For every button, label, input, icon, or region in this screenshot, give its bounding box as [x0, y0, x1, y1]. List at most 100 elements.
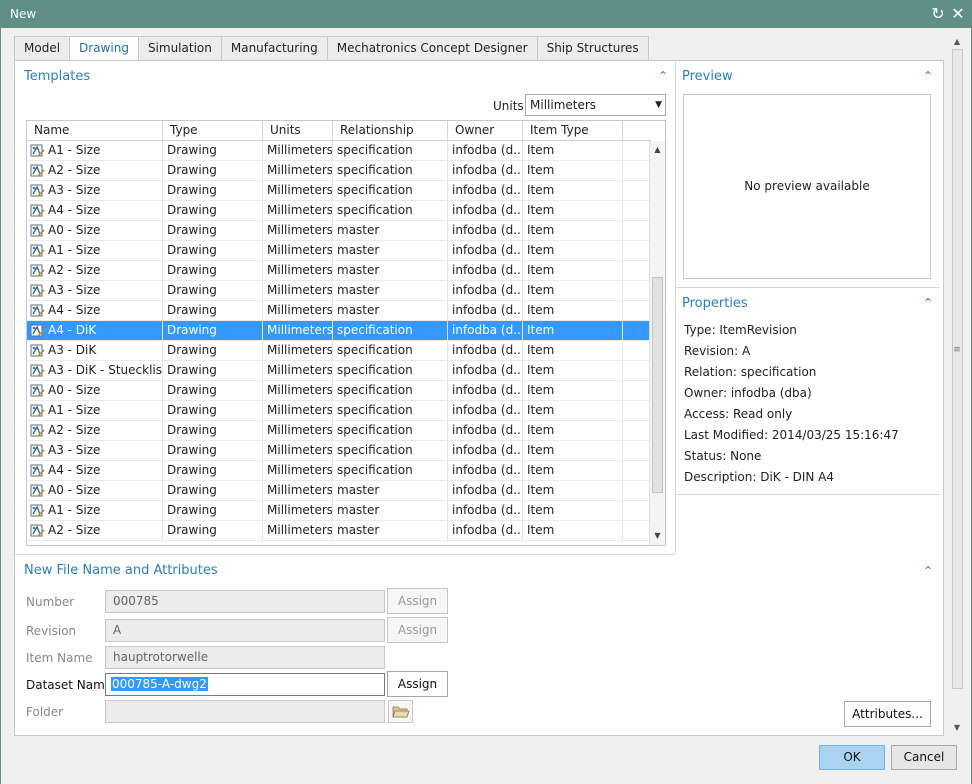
- tab-ship-structures[interactable]: Ship Structures: [536, 36, 649, 61]
- table-row[interactable]: A4 - Size Drawing Millimeters master infodba…: [27, 301, 649, 321]
- table-row[interactable]: A0 - Size Drawing Millimeters specification…: [27, 381, 649, 401]
- restore-icon[interactable]: ↻: [929, 4, 947, 24]
- column-header-owner[interactable]: Owner: [448, 121, 523, 141]
- template-name-text: A3 - DiK: [48, 343, 97, 357]
- table-row[interactable]: A1 - Size Drawing Millimeters master infodba…: [27, 501, 649, 521]
- drawing-template-icon: [30, 424, 45, 437]
- close-icon[interactable]: ✕: [949, 4, 967, 24]
- template-name-text: A1 - Size: [48, 503, 101, 517]
- table-row[interactable]: A3 - Size Drawing Millimeters specification…: [27, 441, 649, 461]
- table-row[interactable]: A1 - Size Drawing Millimeters specification…: [27, 141, 649, 161]
- table-body: A1 - Size Drawing Millimeters specification…: [27, 141, 649, 541]
- attributes-button[interactable]: Attributes...: [844, 701, 931, 727]
- column-header-type[interactable]: Type: [163, 121, 263, 141]
- assign-dataset-name-button[interactable]: Assign: [387, 671, 448, 697]
- template-relationship-cell: specification: [333, 381, 448, 400]
- template-owner-cell: infodba (d...: [448, 381, 523, 400]
- dataset-name-value: 000785-A-dwg2: [111, 677, 208, 691]
- table-row[interactable]: A2 - Size Drawing Millimeters specification…: [27, 161, 649, 181]
- column-header-name[interactable]: Name: [27, 121, 163, 141]
- tab-bar: Model Drawing Simulation Manufacturing M…: [14, 36, 649, 62]
- template-name-text: A3 - Size: [48, 283, 101, 297]
- template-type-cell: Drawing: [163, 381, 263, 400]
- property-access: Access: Read only: [684, 407, 793, 421]
- template-type-cell: Drawing: [163, 501, 263, 520]
- tab-simulation[interactable]: Simulation: [137, 36, 221, 61]
- tab-model[interactable]: Model: [14, 36, 70, 61]
- column-header-item-type[interactable]: Item Type: [523, 121, 623, 141]
- tab-manufacturing[interactable]: Manufacturing: [220, 36, 327, 61]
- table-row[interactable]: A3 - Size Drawing Millimeters master infodba…: [27, 281, 649, 301]
- template-item-type-cell: Item: [523, 461, 623, 480]
- template-type-cell: Drawing: [163, 401, 263, 420]
- template-type-cell: Drawing: [163, 201, 263, 220]
- window-title: New: [10, 7, 37, 21]
- drawing-template-icon: [30, 164, 45, 177]
- template-type-cell: Drawing: [163, 521, 263, 540]
- table-row[interactable]: A3 - Size Drawing Millimeters specification…: [27, 181, 649, 201]
- tab-drawing[interactable]: Drawing: [69, 36, 138, 62]
- table-row[interactable]: A1 - Size Drawing Millimeters master infodba…: [27, 241, 649, 261]
- scroll-up-icon[interactable]: ▲: [650, 143, 665, 157]
- template-units-cell: Millimeters: [263, 341, 333, 360]
- table-row[interactable]: A4 - Size Drawing Millimeters specification…: [27, 461, 649, 481]
- units-select[interactable]: Millimeters ▼: [525, 94, 666, 116]
- new-file-collapse-chevron-up-icon[interactable]: ⌃: [922, 565, 934, 577]
- template-owner-cell: infodba (d...: [448, 361, 523, 380]
- revision-field: A: [105, 619, 385, 642]
- table-row[interactable]: A0 - Size Drawing Millimeters master infodba…: [27, 221, 649, 241]
- templates-table: Name Type Units Relationship Owner Item …: [26, 120, 666, 546]
- table-scrollbar-thumb[interactable]: [652, 277, 663, 493]
- table-row[interactable]: A1 - Size Drawing Millimeters specification…: [27, 401, 649, 421]
- preview-section-title: Preview: [682, 69, 733, 84]
- property-status: Status: None: [684, 449, 762, 463]
- template-units-cell: Millimeters: [263, 401, 333, 420]
- template-name-text: A3 - Size: [48, 183, 101, 197]
- table-row[interactable]: A4 - Size Drawing Millimeters specification…: [27, 201, 649, 221]
- column-header-units[interactable]: Units: [263, 121, 333, 141]
- template-units-cell: Millimeters: [263, 221, 333, 240]
- template-units-cell: Millimeters: [263, 201, 333, 220]
- preview-box: No preview available: [683, 94, 931, 279]
- template-owner-cell: infodba (d...: [448, 501, 523, 520]
- preview-collapse-chevron-up-icon[interactable]: ⌃: [922, 70, 934, 82]
- table-row[interactable]: A2 - Size Drawing Millimeters master infodba…: [27, 521, 649, 541]
- scroll-up-icon[interactable]: ▲: [951, 36, 963, 48]
- dialog-scrollbar[interactable]: ▲ ≡ ▼: [949, 34, 965, 736]
- properties-list: Type: ItemRevision Revision: A Relation:…: [684, 322, 899, 490]
- template-owner-cell: infodba (d...: [448, 441, 523, 460]
- template-units-cell: Millimeters: [263, 501, 333, 520]
- table-row[interactable]: A2 - Size Drawing Millimeters specification…: [27, 421, 649, 441]
- template-type-cell: Drawing: [163, 161, 263, 180]
- table-row[interactable]: A2 - Size Drawing Millimeters master infodba…: [27, 261, 649, 281]
- template-relationship-cell: specification: [333, 461, 448, 480]
- cancel-button[interactable]: Cancel: [891, 745, 957, 770]
- item-name-field: hauptrotorwelle: [105, 646, 385, 669]
- drawing-template-icon: [30, 484, 45, 497]
- template-name-cell: A1 - Size: [27, 241, 163, 260]
- dialog-scrollbar-thumb[interactable]: [952, 49, 963, 689]
- properties-collapse-chevron-up-icon[interactable]: ⌃: [922, 297, 934, 309]
- dataset-name-input[interactable]: 000785-A-dwg2: [105, 673, 385, 696]
- template-item-type-cell: Item: [523, 301, 623, 320]
- scroll-down-icon[interactable]: ▼: [650, 529, 665, 543]
- table-row[interactable]: A0 - Size Drawing Millimeters master infodba…: [27, 481, 649, 501]
- column-header-relationship[interactable]: Relationship: [333, 121, 448, 141]
- table-scrollbar[interactable]: ▲ ▼: [649, 141, 665, 545]
- table-row[interactable]: A4 - DiK Drawing Millimeters specification i…: [27, 321, 649, 341]
- tab-mechatronics-concept-designer[interactable]: Mechatronics Concept Designer: [326, 36, 537, 61]
- template-units-cell: Millimeters: [263, 241, 333, 260]
- table-row[interactable]: A3 - DiK Drawing Millimeters specification i…: [27, 341, 649, 361]
- template-relationship-cell: specification: [333, 141, 448, 160]
- folder-browse-button[interactable]: [388, 700, 413, 723]
- templates-collapse-chevron-up-icon[interactable]: ⌃: [657, 70, 669, 82]
- template-name-cell: A4 - Size: [27, 461, 163, 480]
- ok-button[interactable]: OK: [819, 745, 885, 770]
- scroll-down-icon[interactable]: ▼: [951, 722, 963, 734]
- drawing-template-icon: [30, 304, 45, 317]
- template-name-cell: A4 - Size: [27, 201, 163, 220]
- assign-revision-button: Assign: [387, 617, 448, 643]
- new-file-section-title: New File Name and Attributes: [24, 563, 218, 578]
- drawing-template-icon: [30, 524, 45, 537]
- table-row[interactable]: A3 - DiK - Stueckliste Drawing Millimeters…: [27, 361, 649, 381]
